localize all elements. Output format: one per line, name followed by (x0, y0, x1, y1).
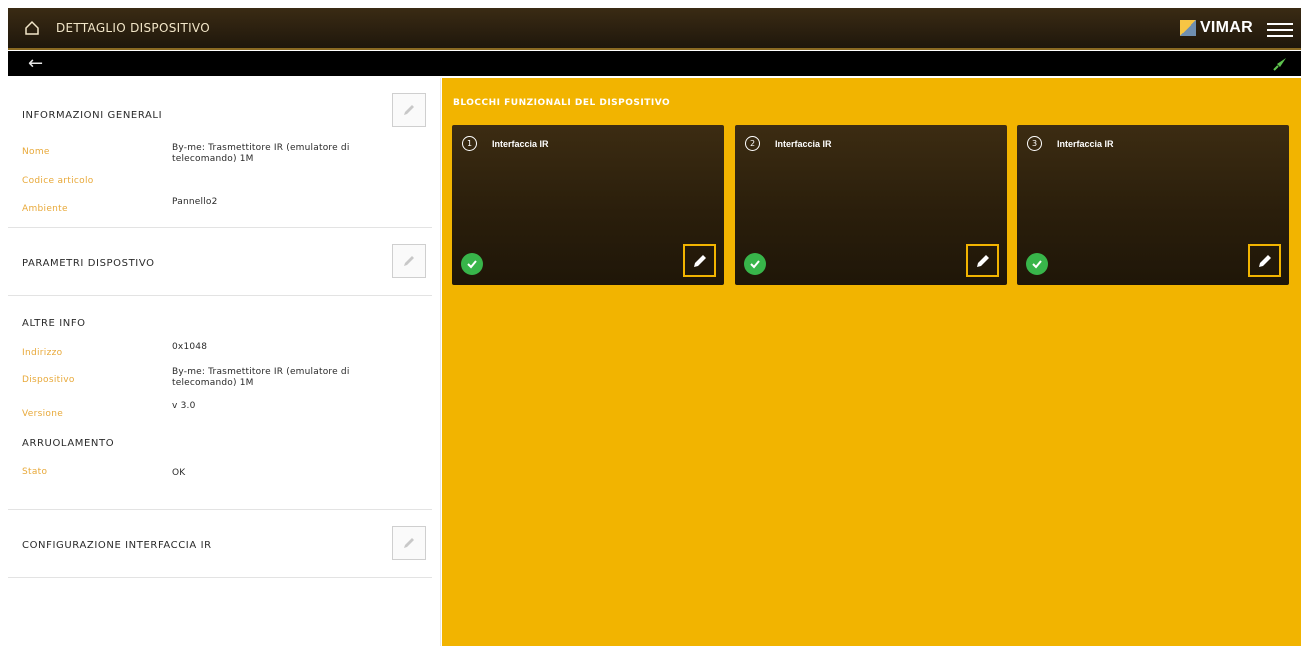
ir-config-section: CONFIGURAZIONE INTERFACCIA IR (8, 510, 432, 578)
device-info-panel: INFORMAZIONI GENERALI Nome By-me: Trasme… (8, 78, 441, 646)
pencil-icon (404, 105, 414, 115)
block-number: 2 (745, 136, 760, 151)
status-ok-icon (744, 253, 766, 275)
menu-icon[interactable] (1267, 19, 1293, 39)
section-title: CONFIGURAZIONE INTERFACCIA IR (22, 540, 212, 551)
brand-name: VIMAR (1199, 19, 1253, 36)
navigation-bar: ← (8, 51, 1301, 76)
back-arrow-icon[interactable]: ← (28, 54, 43, 73)
edit-block-button[interactable] (1248, 244, 1281, 277)
row-value: Pannello2 (172, 197, 218, 207)
row-label: Indirizzo (22, 348, 63, 358)
app-header: DETTAGLIO DISPOSITIVO VIMAR (8, 8, 1301, 50)
edit-general-info-button[interactable] (392, 93, 426, 127)
functional-blocks-panel: BLOCCHI FUNZIONALI DEL DISPOSITIVO 1 Int… (442, 78, 1301, 646)
edit-block-button[interactable] (966, 244, 999, 277)
row-value: By-me: Trasmettitore IR (emulatore di te… (172, 367, 350, 388)
pencil-icon (404, 538, 414, 548)
pencil-icon (976, 254, 989, 267)
functional-block-card[interactable]: 1 Interfaccia IR (452, 125, 724, 285)
pencil-icon (1258, 254, 1271, 267)
general-info-section: INFORMAZIONI GENERALI Nome By-me: Trasme… (8, 78, 432, 228)
row-value: 0x1048 (172, 342, 208, 352)
block-number: 1 (462, 136, 477, 151)
block-label: Interfaccia IR (775, 139, 832, 149)
row-value: v 3.0 (172, 401, 196, 411)
row-value: By-me: Trasmettitore IR (emulatore di te… (172, 143, 350, 164)
pencil-icon (693, 254, 706, 267)
row-label: Versione (22, 409, 64, 419)
edit-device-params-button[interactable] (392, 244, 426, 278)
brand-logo: VIMAR (1179, 19, 1253, 37)
functional-block-card[interactable]: 3 Interfaccia IR (1017, 125, 1289, 285)
section-title: ALTRE INFO (22, 318, 86, 329)
edit-block-button[interactable] (683, 244, 716, 277)
block-label: Interfaccia IR (1057, 139, 1114, 149)
functional-block-card[interactable]: 2 Interfaccia IR (735, 125, 1007, 285)
vimar-logo-icon (1179, 20, 1196, 36)
functional-blocks-title: BLOCCHI FUNZIONALI DEL DISPOSITIVO (453, 98, 671, 108)
section-title: ARRUOLAMENTO (22, 438, 115, 449)
status-ok-icon (461, 253, 483, 275)
connection-status-icon[interactable] (1273, 56, 1287, 71)
home-icon[interactable] (22, 18, 42, 38)
row-label: Stato (22, 467, 48, 477)
block-label: Interfaccia IR (492, 139, 549, 149)
row-label: Dispositivo (22, 375, 75, 385)
page-title: DETTAGLIO DISPOSITIVO (56, 21, 210, 35)
row-label: Codice articolo (22, 176, 94, 186)
other-info-section: ALTRE INFO Indirizzo 0x1048 Dispositivo … (8, 296, 432, 510)
device-params-section: PARAMETRI DISPOSTIVO (8, 228, 432, 296)
section-title: PARAMETRI DISPOSTIVO (22, 258, 155, 269)
pencil-icon (404, 256, 414, 266)
row-label: Ambiente (22, 204, 68, 214)
status-ok-icon (1026, 253, 1048, 275)
block-number: 3 (1027, 136, 1042, 151)
edit-ir-config-button[interactable] (392, 526, 426, 560)
row-label: Nome (22, 147, 50, 157)
row-value: OK (172, 468, 186, 478)
section-title: INFORMAZIONI GENERALI (22, 110, 163, 121)
